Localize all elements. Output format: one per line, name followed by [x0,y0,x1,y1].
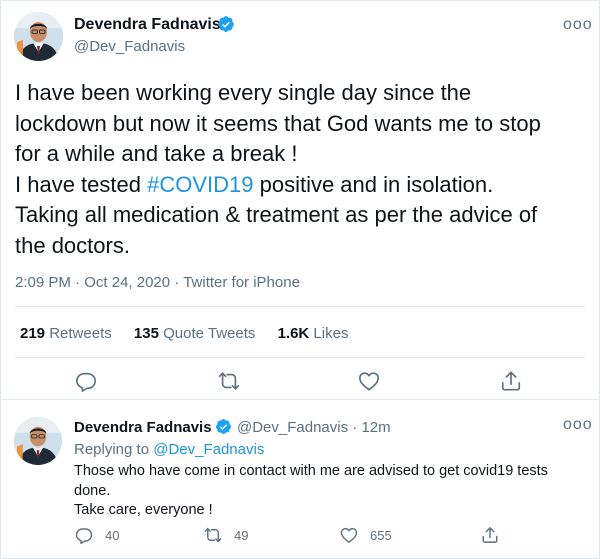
quote-tweets-count: 135 [133,325,159,342]
retweets-count: 219 [20,325,46,342]
likes-label: Likes [313,325,349,342]
more-options-icon[interactable]: ooo [563,416,593,434]
tweet-text-line: lockdown but now it seems that God wants… [15,110,541,136]
likes-count: 1.6K [277,325,310,342]
avatar-image [14,417,62,465]
reply-icon[interactable] [75,526,93,544]
tweet-source[interactable]: Twitter for iPhone [183,274,300,291]
reply-text-line: done. [74,482,111,499]
like-count: 655 [370,527,392,543]
retweet-icon[interactable] [218,370,240,392]
reply-icon[interactable] [75,370,97,392]
retweets-label: Retweets [49,325,112,342]
tweet-text-line: I have been working every single day sin… [15,80,472,105]
hashtag-link[interactable]: #COVID19 [147,172,253,197]
divider [15,357,585,358]
tweet-meta: 2:09 PM · Oct 24, 2020 · Twitter for iPh… [15,274,300,291]
tweet-text-line: Taking all medication & treatment as per… [15,202,538,227]
tweet-text-segment: I have tested [15,171,148,197]
avatar-image [14,12,63,61]
more-options-icon[interactable]: ooo [563,16,593,34]
reply-count: 40 [105,527,120,543]
retweets-stat[interactable]: 219 Retweets [20,325,112,342]
divider [15,306,585,307]
tweet-time[interactable]: 2:09 PM [15,274,71,291]
replying-to: Replying to @Dev_Fadnavis [74,441,264,458]
replying-prefix: Replying to [74,441,150,458]
reply-text: Those who have come in contact with me a… [74,462,574,521]
replying-to-link[interactable]: @Dev_Fadnavis [153,441,264,458]
author-handle[interactable]: @Dev_Fadnavis [74,38,185,55]
avatar[interactable] [14,417,62,465]
reply-tweet[interactable]: Devendra Fadnavis @Dev_Fadnavis · 12m oo… [0,401,600,559]
tweet-text: I have been working every single day sin… [15,78,590,261]
tweet-stats: 219 Retweets 135 Quote Tweets 1.6K Likes [20,325,366,342]
tweet-actions [0,370,600,394]
share-icon[interactable] [481,526,499,544]
main-tweet: Devendra Fadnavis @Dev_Fadnavis ooo I ha… [0,0,600,400]
retweet-icon[interactable] [204,526,222,544]
meta-separator: · [75,274,81,291]
tweet-text-line: I have tested #COVID19 positive and in i… [15,170,590,201]
share-action[interactable] [481,526,511,544]
tweet-text-segment: positive and in isolation. [253,171,494,197]
tweet-date[interactable]: Oct 24, 2020 [84,274,170,291]
verified-badge-icon [216,419,231,434]
avatar[interactable] [14,12,63,61]
reply-actions: 40 49 655 [0,526,600,550]
heart-icon[interactable] [358,370,380,392]
heart-icon[interactable] [340,526,358,544]
author-name[interactable]: Devendra Fadnavis [74,16,221,34]
reply-action[interactable]: 40 [75,526,119,544]
verified-badge-icon [218,16,234,32]
reply-text-line: Take care, everyone ! [74,502,213,518]
quote-tweets-stat[interactable]: 135 Quote Tweets [134,325,255,342]
share-icon[interactable] [500,370,522,392]
retweet-count: 49 [234,527,249,543]
reply-text-line: Those who have come in contact with me a… [74,463,548,479]
author-handle-time[interactable]: @Dev_Fadnavis · 12m [237,419,391,436]
tweet-text-line: the doctors. [15,232,130,258]
tweet-text-line: for a while and take a break ! [15,141,298,166]
likes-stat[interactable]: 1.6K Likes [278,325,349,342]
meta-separator: · [174,274,180,291]
author-name[interactable]: Devendra Fadnavis [74,419,212,436]
retweet-action[interactable]: 49 [204,526,248,544]
quote-tweets-label: Quote Tweets [163,325,256,342]
like-action[interactable]: 655 [340,526,392,544]
